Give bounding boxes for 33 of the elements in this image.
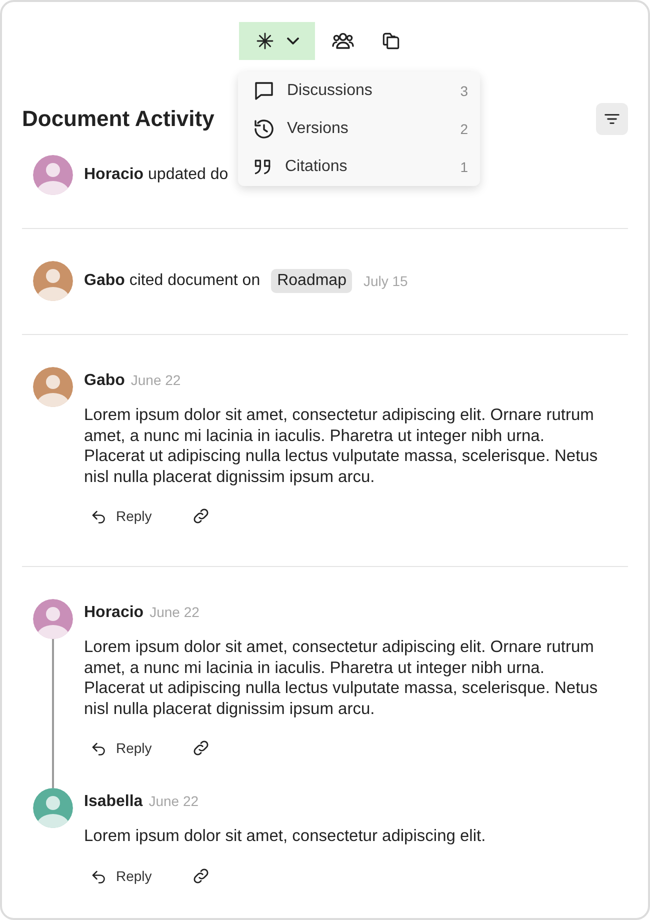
link-icon <box>190 866 211 886</box>
author-name: Horacio <box>84 603 144 623</box>
link-icon <box>190 738 211 758</box>
item-count: 2 <box>460 121 468 137</box>
history-icon <box>252 117 276 141</box>
reply-button[interactable]: Reply <box>84 501 158 531</box>
item-count: 1 <box>460 159 468 175</box>
copy-icon <box>380 30 402 52</box>
comment-text: Lorem ipsum dolor sit amet, consectetur adipiscing elit. Ornare rutrum amet, a nunc mi lacinia in iaculis. Pharetra ut integer nibh urna. Placerat ut adipiscing nulla lectus vulputate massa, scelerisque. Netus nisl nulla placerat dignissim ipsum arcu. <box>84 405 599 487</box>
comment-date: June 22 <box>148 792 199 811</box>
caret-icon <box>287 37 299 45</box>
menu-item[interactable]: Discussions 3 <box>238 72 480 110</box>
reply-button[interactable]: Reply <box>84 733 158 763</box>
reply-button[interactable]: Reply <box>84 860 158 890</box>
menu-item[interactable]: Versions 2 <box>238 110 480 148</box>
comment-text: Lorem ipsum dolor sit amet, consectetur adipiscing elit. <box>84 826 487 846</box>
speech-bubble-icon <box>252 79 276 103</box>
page-title: Document Activity <box>22 106 214 132</box>
comment-text: Lorem ipsum dolor sit amet, consectetur adipiscing elit. Ornare rutrum amet, a nunc mi lacinia in iaculis. Pharetra ut integer nibh urna. Placerat ut adipiscing nulla lectus vulputate massa, scelerisque. Netus nisl nulla placerat dignissim ipsum arcu. <box>84 637 599 719</box>
document-tag[interactable]: Roadmap <box>271 269 352 293</box>
item-count: 3 <box>460 83 468 99</box>
comment-date: June 22 <box>130 371 181 390</box>
link-icon <box>190 506 211 526</box>
comment-date: June 22 <box>150 603 200 622</box>
filter-button[interactable] <box>596 103 628 135</box>
activity-text: Horacio updated do <box>84 166 228 184</box>
menu-item[interactable]: Citations 1 <box>238 148 480 186</box>
author-name: Gabo <box>84 371 125 391</box>
activity-date: July 15 <box>363 273 408 289</box>
author-name: Isabella <box>84 792 143 812</box>
toolbar-tab[interactable] <box>239 22 315 60</box>
sparkle-icon <box>255 31 275 51</box>
activity-text: Gabo cited document on <box>84 272 260 290</box>
